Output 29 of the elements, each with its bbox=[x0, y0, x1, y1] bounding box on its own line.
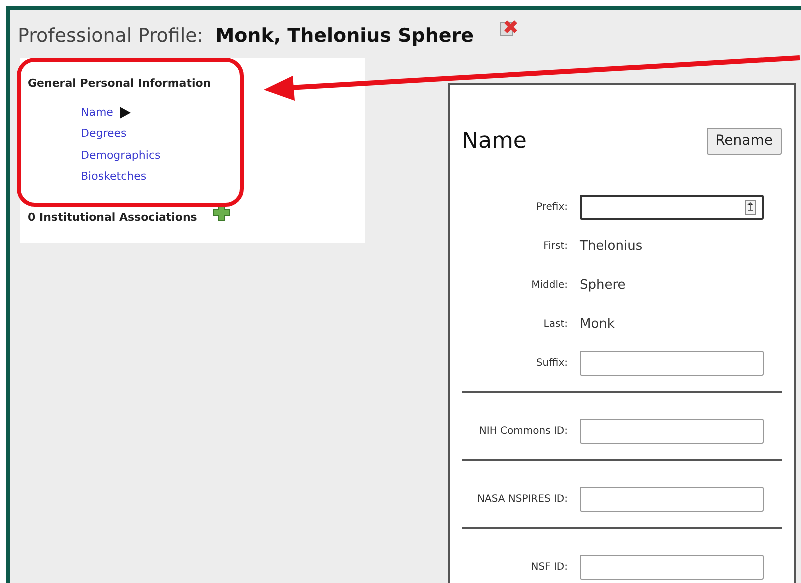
field-label: Middle: bbox=[530, 279, 569, 293]
field-label: First: bbox=[542, 240, 569, 254]
field-label: NIH Commons ID: bbox=[478, 425, 569, 439]
spinner-icon bbox=[745, 200, 756, 215]
sidebar-link[interactable]: Degrees bbox=[81, 126, 127, 142]
field-value: Thelonius bbox=[580, 238, 643, 256]
page-title-label: Professional Profile: bbox=[18, 24, 204, 49]
field-label: Suffix: bbox=[535, 357, 569, 371]
input-field[interactable] bbox=[580, 487, 764, 512]
field-label: NASA NSPIRES ID: bbox=[476, 493, 569, 507]
field-value: Monk bbox=[580, 316, 615, 334]
sidebar-heading: General Personal Information bbox=[28, 76, 212, 92]
field-label: Last: bbox=[542, 318, 569, 332]
field-label: Prefix: bbox=[536, 201, 569, 215]
panel-title: Name bbox=[462, 128, 527, 156]
sidebar-link[interactable]: Name bbox=[81, 104, 132, 121]
selected-arrow-icon bbox=[119, 106, 132, 120]
sidebar-link[interactable]: Demographics bbox=[81, 148, 161, 164]
input-field[interactable] bbox=[580, 419, 764, 444]
delete-icon[interactable] bbox=[500, 20, 518, 38]
prefix-dropdown[interactable] bbox=[580, 195, 764, 220]
sidebar-link[interactable]: Biosketches bbox=[81, 169, 147, 186]
associations-label: 0 Institutional Associations bbox=[28, 210, 198, 226]
input-field[interactable] bbox=[580, 351, 764, 376]
rename-button[interactable]: Rename bbox=[706, 128, 782, 155]
person-name: Monk, Thelonius Sphere bbox=[216, 24, 474, 49]
input-field[interactable] bbox=[580, 555, 764, 580]
field-label: NSF ID: bbox=[530, 561, 569, 575]
field-value: Sphere bbox=[580, 276, 626, 295]
